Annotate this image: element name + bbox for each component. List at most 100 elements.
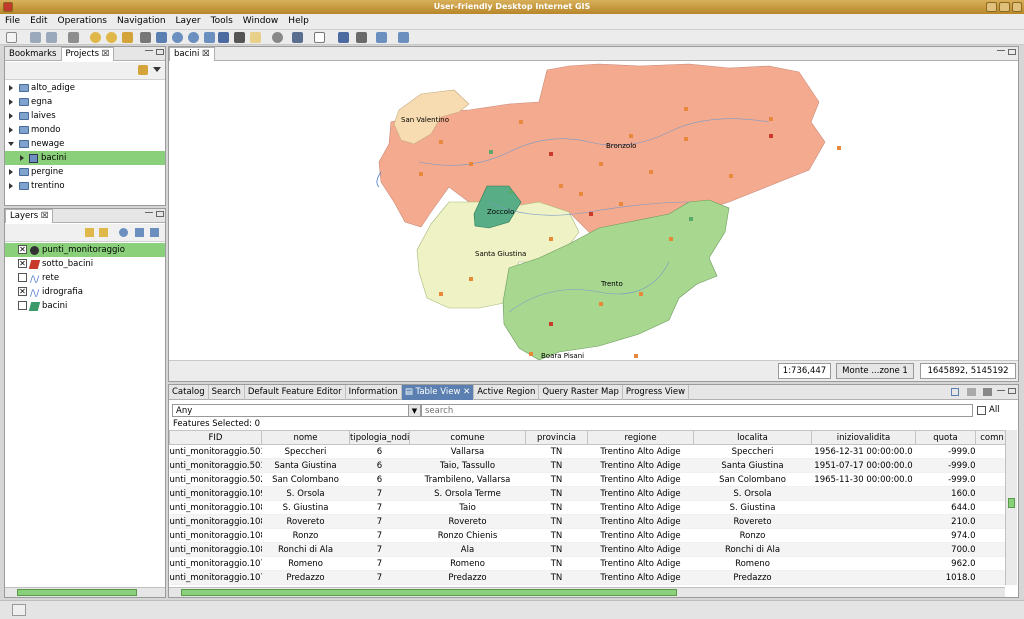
tab-search[interactable]: Search [209, 385, 245, 400]
chevron-down-icon[interactable]: ▼ [408, 405, 420, 416]
filter-icon[interactable] [967, 388, 976, 396]
collapse-icon[interactable] [8, 142, 14, 146]
menu-window[interactable]: Window [238, 14, 284, 28]
view-menu-icon[interactable] [153, 67, 161, 72]
scrollbar-thumb[interactable] [1008, 498, 1015, 508]
table-row[interactable]: unti_monitoraggio.1080 Ronchi di Ala 7 Ala T… [169, 542, 1005, 557]
maximize-icon[interactable] [156, 49, 164, 55]
crs-button[interactable]: Monte ...zone 1 [836, 363, 914, 379]
pan-icon[interactable] [140, 32, 151, 43]
tab-map-bacini[interactable]: bacini ☒ [169, 47, 215, 61]
select-icon[interactable] [234, 32, 245, 43]
layer-visibility-checkbox[interactable]: ✕ [18, 245, 27, 254]
menu-tools[interactable]: Tools [206, 14, 238, 28]
edit-icon[interactable] [250, 32, 261, 43]
redo-icon[interactable] [106, 32, 117, 43]
layer-visibility-checkbox[interactable]: ✕ [18, 287, 27, 296]
scale-field[interactable]: 1:736,447 [778, 363, 831, 379]
search-icon[interactable] [272, 32, 283, 43]
column-header[interactable]: regione [587, 430, 694, 445]
close-icon[interactable] [1012, 2, 1022, 12]
layer-visibility-checkbox[interactable]: ✕ [18, 259, 27, 268]
filter-select[interactable]: Any ▼ [172, 404, 421, 417]
expand-icon[interactable] [9, 99, 13, 105]
tree-item-mondo[interactable]: mondo [5, 123, 165, 137]
maximize-icon[interactable] [999, 2, 1010, 12]
layer-item-punti-monitoraggio[interactable]: ✕ punti_monitoraggio [5, 243, 165, 257]
attribute-table[interactable]: FID nome tipologia_nodi comune provincia regi… [169, 430, 1005, 585]
layer-item-idrografia[interactable]: ✕/\/idrografia [5, 285, 165, 299]
column-header[interactable]: iniziovalidita [811, 430, 916, 445]
window-menu-icon[interactable] [3, 2, 13, 12]
link-icon[interactable] [138, 65, 148, 75]
tab-layers[interactable]: Layers ☒ [5, 209, 54, 223]
vertical-scrollbar[interactable] [1005, 430, 1017, 585]
minimize-icon[interactable] [145, 212, 153, 214]
tree-item-laives[interactable]: laives [5, 109, 165, 123]
tree-item-alto-adige[interactable]: alto_adige [5, 81, 165, 95]
tab-active-region[interactable]: Active Region [474, 385, 540, 400]
tree-item-trentino[interactable]: trentino [5, 179, 165, 193]
table-row[interactable]: unti_monitoraggio.5019 Speccheri 6 Vallarsa… [169, 444, 1005, 459]
minimize-icon[interactable] [986, 2, 997, 12]
table-row[interactable]: unti_monitoraggio.1079 Romeno 7 Romeno TN Tre… [169, 556, 1005, 571]
zoom-next-icon[interactable] [218, 32, 229, 43]
tree-item-pergine[interactable]: pergine [5, 165, 165, 179]
menu-navigation[interactable]: Navigation [112, 14, 171, 28]
tab-query-raster-map[interactable]: Query Raster Map [539, 385, 623, 400]
map-canvas[interactable]: San Valentino Bronzolo Zoccolo Santa Giu… [169, 62, 1018, 360]
search-input[interactable] [421, 404, 973, 417]
zoom-previous-icon[interactable] [204, 32, 215, 43]
column-header[interactable]: comn [975, 430, 1005, 445]
properties-icon[interactable] [150, 228, 159, 237]
column-header[interactable]: FID [169, 430, 262, 445]
print-icon[interactable] [68, 32, 79, 43]
table-row[interactable]: unti_monitoraggio.5027 San Colombano 6 Tram… [169, 472, 1005, 487]
info-icon[interactable] [338, 32, 349, 43]
tool-icon[interactable] [398, 32, 409, 43]
all-checkbox[interactable] [977, 406, 986, 415]
column-header[interactable]: quota [915, 430, 976, 445]
scrollbar-thumb[interactable] [17, 589, 137, 596]
menu-operations[interactable]: Operations [53, 14, 112, 28]
maximize-icon[interactable] [156, 211, 164, 217]
measure-icon[interactable] [356, 32, 367, 43]
minimize-icon[interactable] [997, 390, 1005, 392]
horizontal-scrollbar[interactable] [5, 587, 165, 597]
minimize-icon[interactable] [997, 50, 1005, 52]
expand-icon[interactable] [9, 85, 13, 91]
column-header[interactable]: provincia [525, 430, 588, 445]
fast-view-icon[interactable] [12, 604, 26, 616]
layer-item-sotto-bacini[interactable]: ✕ sotto_bacini [5, 257, 165, 271]
table-row[interactable]: unti_monitoraggio.5017 Santa Giustina 6 Tai… [169, 458, 1005, 473]
column-header[interactable]: localita [693, 430, 812, 445]
maximize-icon[interactable] [1008, 388, 1016, 394]
tree-item-egna[interactable]: egna [5, 95, 165, 109]
scrollbar-thumb[interactable] [181, 589, 677, 596]
layer-tool-icon[interactable] [376, 32, 387, 43]
zoom-extent-icon[interactable] [156, 32, 167, 43]
table-row[interactable]: unti_monitoraggio.1081 Ronzo 7 Ronzo Chieni… [169, 528, 1005, 543]
save-all-icon[interactable] [46, 32, 57, 43]
column-header[interactable]: comune [409, 430, 526, 445]
zoom-in-icon[interactable] [172, 32, 183, 43]
tab-default-feature-editor[interactable]: Default Feature Editor [245, 385, 346, 400]
table-row[interactable]: unti_monitoraggio.1087 Rovereto 7 Rovereto T… [169, 514, 1005, 529]
expand-icon[interactable] [9, 169, 13, 175]
zoom-out-icon[interactable] [188, 32, 199, 43]
menu-file[interactable]: File [0, 14, 25, 28]
menu-help[interactable]: Help [283, 14, 314, 28]
move-up-icon[interactable] [85, 228, 94, 237]
column-header[interactable]: nome [261, 430, 350, 445]
tree-item-bacini[interactable]: bacini [5, 151, 165, 165]
style-icon[interactable] [135, 228, 144, 237]
layer-visibility-checkbox[interactable] [18, 301, 27, 310]
expand-icon[interactable] [9, 113, 13, 119]
move-down-icon[interactable] [99, 228, 108, 237]
expand-icon[interactable] [9, 127, 13, 133]
expand-icon[interactable] [9, 183, 13, 189]
tab-projects[interactable]: Projects ☒ [60, 47, 115, 61]
save-icon[interactable] [30, 32, 41, 43]
layer-item-bacini[interactable]: bacini [5, 299, 165, 313]
tab-catalog[interactable]: Catalog [169, 385, 209, 400]
